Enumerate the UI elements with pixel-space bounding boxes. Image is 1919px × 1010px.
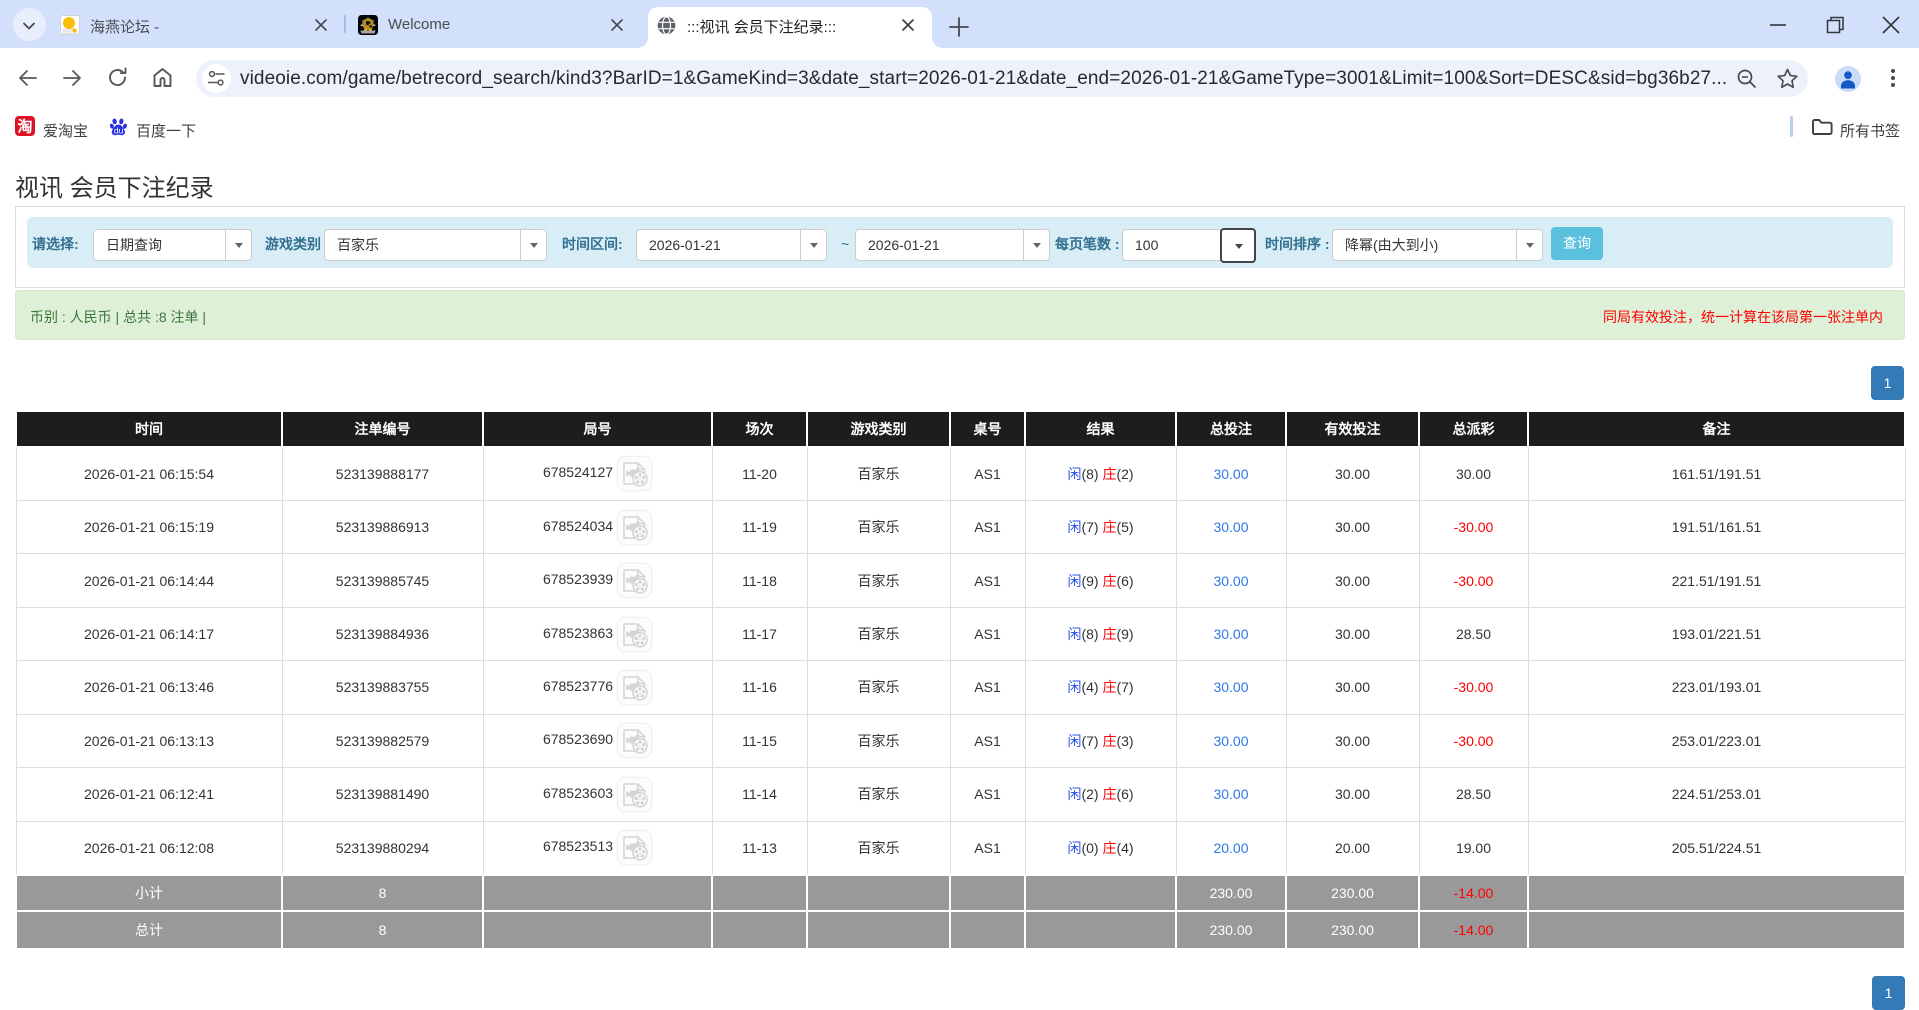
svg-text:淘: 淘 [16,118,32,136]
svg-text:du: du [114,125,124,135]
